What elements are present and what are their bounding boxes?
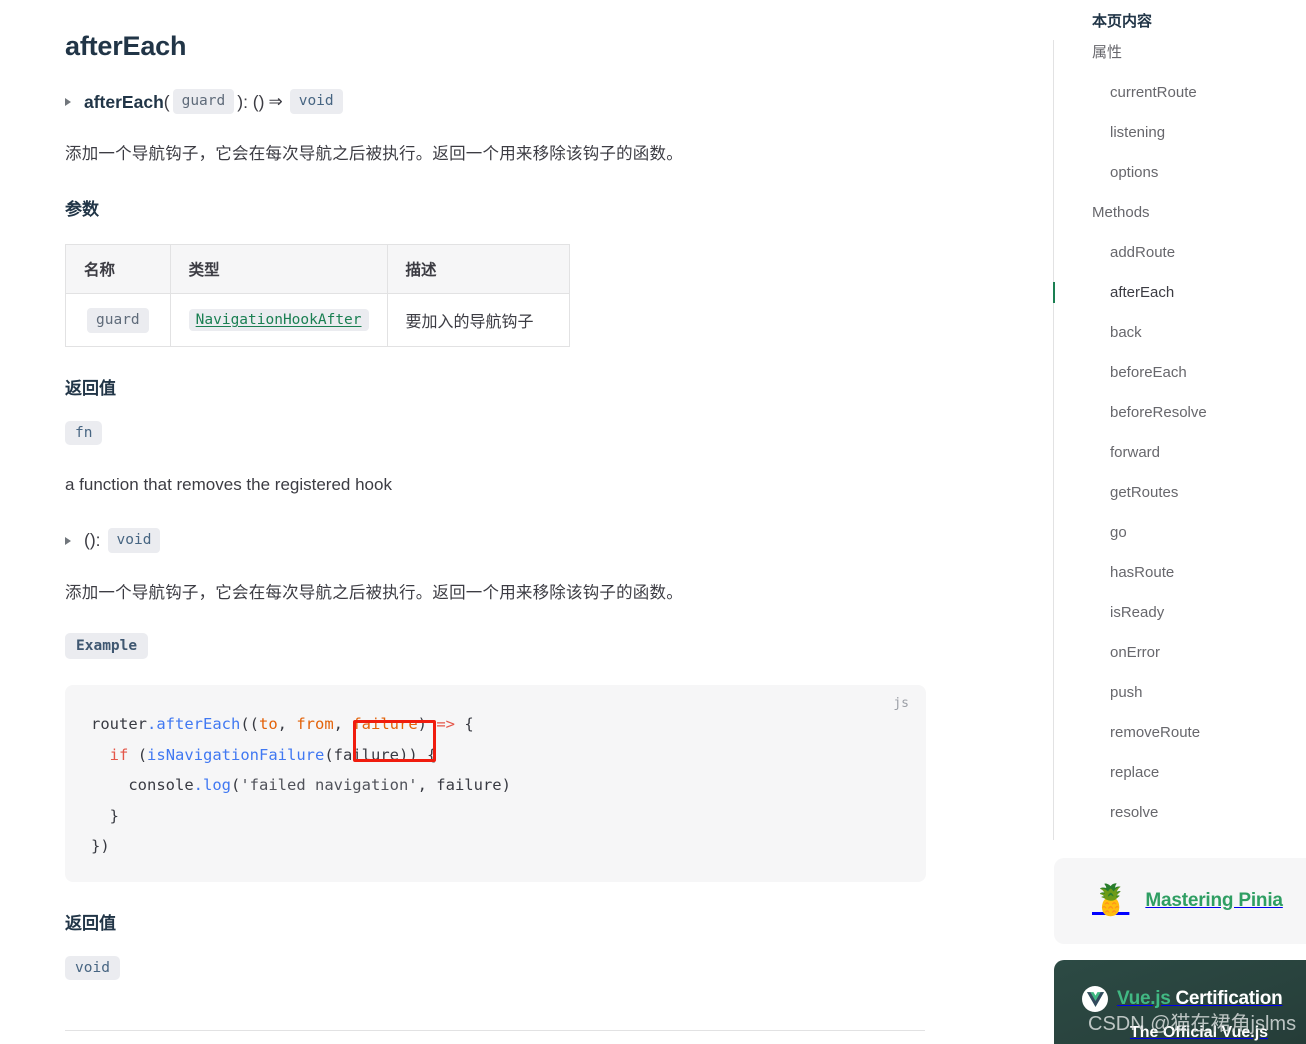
code-token-failure: failure [352, 715, 418, 733]
signature-param-chip: guard [172, 89, 235, 114]
signature-arrow-icon: ⇒ [268, 91, 283, 111]
signature-open-paren: ( [163, 91, 170, 112]
returns-description: a function that removes the registered h… [65, 475, 392, 494]
parameters-table: 名称 类型 描述 guard NavigationHookAfter 要加入的导… [65, 244, 570, 347]
toc-item-aftereach[interactable]: afterEach [1046, 273, 1306, 313]
content-divider [65, 1030, 925, 1031]
toc-item-go[interactable]: go [1046, 513, 1306, 553]
return-type-void-chip: void [65, 956, 120, 980]
returns-heading-1: 返回值 [65, 379, 116, 398]
column-header-desc: 描述 [386, 244, 570, 294]
ad-mastering-pinia-title: Mastering Pinia [1145, 890, 1283, 911]
page-title: afterEach [65, 31, 187, 61]
ad-mastering-pinia[interactable]: 🍍 Mastering Pinia [1054, 858, 1306, 944]
method-signature[interactable]: afterEach(guard): () ⇒ void [65, 89, 926, 114]
inner-signature-return-type-chip: void [107, 528, 161, 553]
code-block[interactable]: js router.afterEach((to, from, failure) … [65, 685, 926, 882]
toc-item-resolve[interactable]: resolve [1046, 793, 1306, 833]
column-header-type: 类型 [169, 244, 388, 294]
documentation-page: afterEach afterEach(guard): () ⇒ void 添加一… [0, 0, 1306, 1044]
toc-list: 属性 currentRoute listening options Method… [1046, 33, 1306, 833]
cell-param-name: guard [65, 293, 171, 347]
pineapple-sunglasses-graduate-icon: 🍍 [1092, 884, 1130, 917]
params-heading: 参数 [65, 200, 99, 219]
toc-item-methods[interactable]: Methods [1046, 193, 1306, 233]
toc-item-currentroute[interactable]: currentRoute [1046, 73, 1306, 113]
signature-method-name: afterEach [84, 91, 164, 112]
toc-item-options[interactable]: options [1046, 153, 1306, 193]
method-description: 添加一个导航钩子，它会在每次导航之后被执行。返回一个用来移除该钩子的函数。 [65, 145, 683, 163]
inner-signature-call: (): [84, 530, 101, 550]
toc-item-isready[interactable]: isReady [1046, 593, 1306, 633]
toc-item-back[interactable]: back [1046, 313, 1306, 353]
toc-item-properties[interactable]: 属性 [1046, 33, 1306, 73]
toc-item-listening[interactable]: listening [1046, 113, 1306, 153]
toc-item-push[interactable]: push [1046, 673, 1306, 713]
ad-vue-certification-subtitle: The Official Vue.js [1129, 1024, 1269, 1041]
type-link-navigationhookafter[interactable]: NavigationHookAfter [188, 309, 369, 331]
main-content: afterEach afterEach(guard): () ⇒ void 添加一… [0, 0, 1046, 1044]
signature-return-type-chip: void [289, 89, 343, 114]
table-header-row: 名称 类型 描述 [65, 244, 570, 294]
vue-logo-icon [1082, 986, 1108, 1012]
column-header-name: 名称 [65, 244, 171, 294]
code-content: router.afterEach((to, from, failure) => … [91, 715, 511, 855]
triangle-right-icon[interactable] [65, 536, 71, 545]
toc-item-onerror[interactable]: onError [1046, 633, 1306, 673]
ad-vue-header-row: Vue.js Certification [1054, 960, 1306, 1012]
toc-item-hasroute[interactable]: hasRoute [1046, 553, 1306, 593]
ad-vue-rest: Certification [1175, 988, 1283, 1009]
cell-param-desc: 要加入的导航钩子 [386, 293, 570, 347]
cell-param-type: NavigationHookAfter [169, 293, 388, 347]
toc-title: 本页内容 [1092, 13, 1153, 30]
triangle-right-icon[interactable] [65, 97, 71, 106]
param-name-chip: guard [87, 307, 149, 333]
ad-vue-brand: Vue.js [1117, 988, 1171, 1009]
toc-item-getroutes[interactable]: getRoutes [1046, 473, 1306, 513]
ad-vue-certification[interactable]: Vue.js Certification The Official Vue.js [1054, 960, 1306, 1044]
inner-signature[interactable]: (): void [65, 528, 926, 553]
toc-item-beforeresolve[interactable]: beforeResolve [1046, 393, 1306, 433]
toc-item-replace[interactable]: replace [1046, 753, 1306, 793]
code-language-label: js [893, 696, 909, 711]
toc-item-removeroute[interactable]: removeRoute [1046, 713, 1306, 753]
example-badge: Example [65, 633, 149, 659]
returns-heading-2: 返回值 [65, 914, 116, 933]
table-row: guard NavigationHookAfter 要加入的导航钩子 [65, 293, 570, 347]
return-type-fn-chip: fn [65, 421, 103, 445]
ad-vue-certification-title: Vue.js Certification [1117, 988, 1283, 1010]
toc-item-beforeeach[interactable]: beforeEach [1046, 353, 1306, 393]
signature-close-paren: ): () [237, 91, 265, 112]
toc-item-forward[interactable]: forward [1046, 433, 1306, 473]
inner-description: 添加一个导航钩子，它会在每次导航之后被执行。返回一个用来移除该钩子的函数。 [65, 584, 683, 602]
toc-item-addroute[interactable]: addRoute [1046, 233, 1306, 273]
